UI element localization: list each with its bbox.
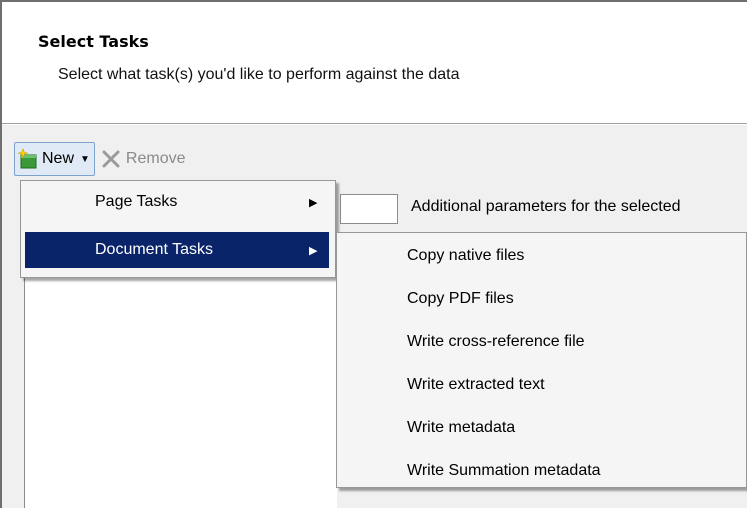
submenu-arrow-icon: ▶ — [309, 244, 318, 257]
toolbar: New ▼ Remove — [14, 142, 186, 176]
new-dropdown-menu: Page Tasks ▶ Document Tasks ▶ — [20, 180, 336, 278]
document-tasks-submenu: Copy native files Copy PDF files Write c… — [336, 232, 747, 488]
submenu-item-write-cross-reference-file[interactable]: Write cross-reference file — [407, 333, 585, 351]
new-button-label: New — [42, 150, 75, 167]
submenu-item-write-metadata[interactable]: Write metadata — [407, 419, 515, 437]
dropdown-caret-icon: ▼ — [80, 153, 90, 165]
submenu-item-write-summation-metadata[interactable]: Write Summation metadata — [407, 462, 601, 480]
submenu-item-write-extracted-text[interactable]: Write extracted text — [407, 376, 545, 394]
submenu-item-copy-native-files[interactable]: Copy native files — [407, 247, 524, 265]
parameter-input[interactable] — [340, 194, 398, 224]
menu-item-label: Document Tasks — [95, 241, 213, 258]
menu-item-page-tasks[interactable]: Page Tasks ▶ — [25, 184, 329, 220]
parameters-label: Additional parameters for the selected — [411, 198, 681, 215]
page-header: Select Tasks Select what task(s) you'd l… — [2, 2, 747, 122]
submenu-item-copy-pdf-files[interactable]: Copy PDF files — [407, 290, 514, 308]
task-list[interactable] — [24, 277, 337, 508]
remove-button[interactable]: Remove — [101, 143, 186, 175]
remove-x-icon — [102, 150, 120, 168]
page-title: Select Tasks — [38, 32, 149, 51]
page-subtitle: Select what task(s) you'd like to perfor… — [58, 66, 460, 83]
new-button[interactable]: New ▼ — [14, 142, 95, 176]
new-task-icon — [17, 148, 37, 169]
menu-item-document-tasks[interactable]: Document Tasks ▶ — [25, 232, 329, 268]
menu-item-label: Page Tasks — [95, 193, 178, 210]
submenu-arrow-icon: ▶ — [309, 196, 318, 209]
remove-button-label: Remove — [125, 150, 186, 167]
